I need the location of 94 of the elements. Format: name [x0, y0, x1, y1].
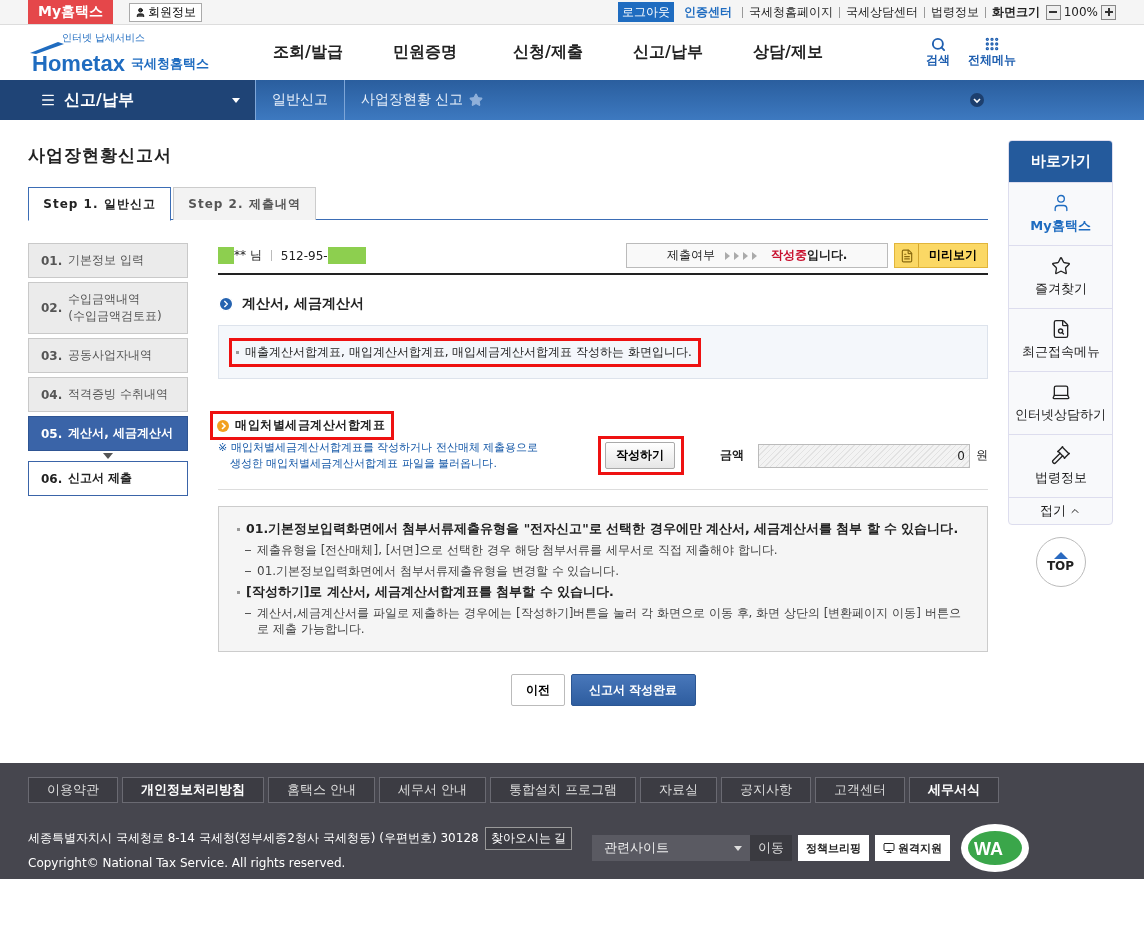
amount-field: 0 — [758, 443, 970, 468]
plus-icon — [1104, 8, 1113, 16]
menu-icon[interactable] — [40, 92, 56, 108]
description-text: ※ 매입처별세금계산서합계표를 작성하거나 전산매체 제출용으로 생성한 매입처별세금계산서합계표 파일을 불러옵니다. — [218, 439, 540, 472]
caret-icon — [734, 845, 743, 851]
related-sites-select[interactable]: 관련사이트 — [592, 835, 751, 861]
notice-text: 매출계산서합계표, 매입계산서합계표, 매입세금계산서합계표 작성하는 화면입니다. — [245, 343, 692, 361]
quick-menu-title: 바로가기 — [1009, 141, 1112, 182]
cert-center-link[interactable]: 인증센터 — [683, 3, 732, 21]
amount-label: 금액 — [720, 447, 744, 464]
footer-link[interactable]: 이용약관 — [28, 777, 118, 803]
status-value: 작성중입니다. — [770, 247, 848, 264]
logout-button[interactable]: 로그아웃 — [617, 2, 674, 22]
info-text: 제출유형을 [전산매체], [서면]으로 선택한 경우 해당 첨부서류를 세무서로 직접 제출해야 합니다. — [257, 542, 778, 558]
zoom-in-button[interactable] — [1101, 4, 1116, 20]
footer-link[interactable]: 통합설치 프로그램 — [490, 777, 637, 803]
document-icon — [899, 248, 914, 263]
redaction-mark — [327, 247, 366, 264]
business-number: 512-95- — [280, 248, 328, 263]
zoom-label[interactable]: 화면크기 — [984, 6, 1046, 18]
star-icon — [1050, 256, 1071, 276]
redaction-mark — [218, 247, 234, 264]
quick-menu-item[interactable]: 최근접속메뉴 — [1009, 308, 1112, 371]
arrow-circle-icon — [218, 296, 234, 312]
zoom-value: 100% — [1063, 5, 1098, 19]
down-arrow-icon — [103, 453, 113, 459]
main-menu-item[interactable]: 민원증명 — [393, 42, 513, 63]
top-button[interactable]: TOP — [1035, 537, 1086, 587]
info-text: 01.기본정보입력화면에서 첨부서류제출유형을 변경할 수 있습니다. — [257, 563, 620, 579]
step-item[interactable]: 06. 신고서 제출 — [28, 461, 188, 496]
gavel-icon — [1050, 445, 1071, 465]
top-link[interactable]: 국세청홈페이지 — [741, 6, 839, 18]
quick-menu-item[interactable]: 즐겨찾기 — [1009, 245, 1112, 308]
policy-briefing-link[interactable]: 정책브리핑 — [798, 835, 870, 861]
monitor-icon — [883, 842, 896, 854]
search-icon — [930, 36, 946, 52]
minus-icon — [1049, 11, 1058, 13]
step-item[interactable]: 04. 적격증빙 수취내역 — [28, 377, 188, 412]
breadcrumb-item[interactable]: 일반신고 — [255, 80, 344, 120]
caret-icon[interactable] — [232, 97, 240, 103]
star-icon[interactable] — [469, 93, 484, 107]
arrow-circle-icon — [217, 419, 229, 432]
step-item[interactable]: 03. 공동사업자내역 — [28, 338, 188, 373]
status-label: 제출여부 — [666, 247, 715, 264]
member-info-button[interactable]: 회원정보 — [129, 2, 203, 22]
footer-link[interactable]: 세무서 안내 — [379, 777, 487, 803]
info-text: 계산서,세금계산서를 파일로 제출하는 경우에는 [작성하기]버튼을 눌러 각 화면으로 이동 후, 화면 상단의 [변환페이지 이동] 버튼으로 제출 가능합니다. — [257, 605, 962, 637]
footer-link[interactable]: 자료실 — [640, 777, 718, 803]
step-tab[interactable]: Step 1. 일반신고 — [28, 187, 171, 221]
hometax-logo[interactable]: 인터넷 납세서비스 Hometax 국세청홈택스 — [28, 30, 213, 75]
footer-link[interactable]: 세무서식 — [909, 777, 1000, 803]
breadcrumb-item[interactable]: 사업장현황 신고 — [344, 80, 500, 120]
directions-link[interactable]: 찾아오시는 길 — [484, 826, 573, 850]
copyright-text: Copyright© National Tax Service. All rights reserved. — [28, 855, 347, 870]
previous-button[interactable]: 이전 — [510, 674, 565, 706]
main-menu-item[interactable]: 상담/제보 — [753, 42, 873, 63]
main-menu-item[interactable]: 신고/납부 — [633, 42, 753, 63]
taxpayer-name: ** 님 — [234, 247, 262, 264]
remote-support-link[interactable]: 원격지원 — [875, 835, 951, 861]
info-text: 01.기본정보입력화면에서 첨부서류제출유형을 "전자신고"로 선택한 경우에만 계산서, 세금계산서를 첨부 할 수 있습니다. — [246, 521, 959, 537]
quick-menu-item[interactable]: 법령정보 — [1009, 434, 1112, 497]
unit-label: 원 — [976, 447, 988, 464]
up-triangle-icon — [1053, 551, 1068, 559]
write-button[interactable]: 작성하기 — [605, 442, 675, 469]
person-icon — [135, 6, 147, 18]
footer-link[interactable]: 홈택스 안내 — [268, 777, 376, 803]
complete-button[interactable]: 신고서 작성완료 — [570, 674, 696, 706]
main-menu-item[interactable]: 조회/발급 — [273, 42, 393, 63]
zoom-out-button[interactable] — [1045, 4, 1061, 20]
quick-menu-item[interactable]: My홈택스 — [1009, 182, 1112, 245]
go-button[interactable]: 이동 — [750, 835, 793, 861]
dropdown-icon[interactable] — [970, 93, 984, 107]
footer-link[interactable]: 고객센터 — [815, 777, 906, 803]
footer-link[interactable]: 개인정보처리방침 — [122, 777, 264, 803]
preview-button[interactable]: 미리보기 — [894, 243, 988, 268]
quick-menu-item[interactable]: 인터넷상담하기 — [1009, 371, 1112, 434]
all-menu-button[interactable]: 전체메뉴 — [968, 36, 1016, 69]
my-hometax-link[interactable]: My홈택스 — [28, 0, 114, 24]
section-heading: 계산서, 세금계산서 — [242, 295, 365, 313]
search-button[interactable]: 검색 — [926, 36, 950, 69]
collapse-button[interactable]: 접기 — [1009, 497, 1112, 524]
wa-certification-mark: WA — [960, 823, 1031, 873]
footer-link[interactable]: 공지사항 — [721, 777, 812, 803]
step-tab[interactable]: Step 2. 제출내역 — [173, 187, 316, 220]
top-link[interactable]: 법령정보 — [923, 6, 985, 18]
step-item[interactable]: 01. 기본정보 입력 — [28, 243, 188, 278]
page-title: 사업장현황신고서 — [28, 144, 173, 167]
step-item[interactable]: 05. 계산서, 세금계산서 — [28, 416, 188, 451]
info-text: [작성하기]로 계산서, 세금계산서합계표를 첨부할 수 있습니다. — [246, 584, 614, 600]
subsection-title: 매입처별세금계산서합계표 — [235, 417, 385, 434]
address-text: 세종특별자치시 국세청로 8-14 국세청(정부세종2청사 국세청동) (우편번호) 30128 — [28, 829, 479, 847]
grid-icon — [984, 36, 1000, 52]
top-link[interactable]: 국세상담센터 — [838, 6, 924, 18]
main-menu-item[interactable]: 신청/제출 — [513, 42, 633, 63]
